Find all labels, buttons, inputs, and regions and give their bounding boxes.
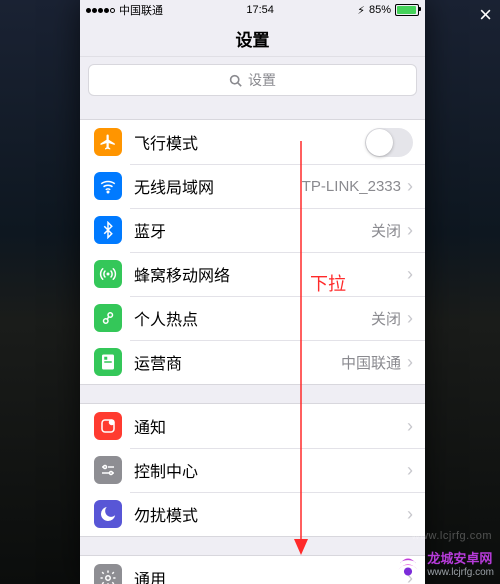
- notifications-icon: [94, 412, 122, 440]
- cell-label: 飞行模式: [134, 130, 365, 154]
- footer-brand: 龙城安卓网: [427, 552, 494, 566]
- charging-icon: ⚡︎: [357, 4, 365, 17]
- hotspot-icon: [94, 304, 122, 332]
- footer-watermark: 龙城安卓网 www.lcjrfg.com: [395, 552, 494, 578]
- carrier-icon: [94, 348, 122, 376]
- cell-hotspot[interactable]: 个人热点关闭 ›: [80, 296, 425, 340]
- dnd-icon: [94, 500, 122, 528]
- cell-label: 控制中心: [134, 458, 407, 482]
- watermark-url: www.lcjrfg.com: [412, 530, 492, 542]
- footer-logo-icon: [395, 552, 421, 578]
- cell-general[interactable]: 通用›: [80, 556, 425, 584]
- cell-label: 勿扰模式: [134, 502, 407, 526]
- controlcenter-icon: [94, 456, 122, 484]
- cell-value: 中国联通: [341, 352, 401, 373]
- chevron-right-icon: ›: [407, 505, 413, 523]
- signal-icon: [86, 8, 115, 13]
- status-battery-pct: 85%: [369, 4, 391, 16]
- chevron-right-icon: ›: [407, 417, 413, 435]
- search-wrap: 设置: [80, 57, 425, 105]
- cell-airplane[interactable]: 飞行模式: [80, 120, 425, 164]
- settings-group: 通知›控制中心›勿扰模式›: [80, 403, 425, 537]
- cell-label: 通知: [134, 414, 407, 438]
- search-input[interactable]: 设置: [88, 64, 417, 96]
- bluetooth-icon: [94, 216, 122, 244]
- cell-value: 关闭: [371, 220, 401, 241]
- status-time: 17:54: [246, 4, 274, 16]
- cell-value: 关闭: [371, 308, 401, 329]
- airplane-switch[interactable]: [365, 128, 413, 157]
- cell-label: 通用: [134, 566, 407, 584]
- status-carrier: 中国联通: [119, 2, 163, 18]
- cell-dnd[interactable]: 勿扰模式›: [80, 492, 425, 536]
- chevron-right-icon: ›: [407, 309, 413, 327]
- cell-label: 蓝牙: [134, 218, 371, 242]
- cell-carrier[interactable]: 运营商中国联通 ›: [80, 340, 425, 384]
- chevron-right-icon: ›: [407, 177, 413, 195]
- navbar: 设置: [80, 20, 425, 57]
- status-bar: 中国联通 17:54 ⚡︎ 85%: [80, 0, 425, 20]
- cellular-icon: [94, 260, 122, 288]
- annotation-text: 下拉: [310, 270, 346, 296]
- cell-cellular[interactable]: 蜂窝移动网络›: [80, 252, 425, 296]
- search-placeholder: 设置: [248, 70, 276, 90]
- cell-notifications[interactable]: 通知›: [80, 404, 425, 448]
- cell-value: TP-LINK_2333: [302, 178, 401, 195]
- cell-label: 无线局域网: [134, 174, 302, 198]
- settings-group: 飞行模式无线局域网TP-LINK_2333›蓝牙关闭›蜂窝移动网络›个人热点关闭…: [80, 119, 425, 385]
- chevron-right-icon: ›: [407, 461, 413, 479]
- footer-url: www.lcjrfg.com: [427, 567, 494, 578]
- phone-frame: 中国联通 17:54 ⚡︎ 85% 设置 设置 飞行模式无线局域网TP-LINK…: [80, 0, 425, 584]
- general-icon: [94, 564, 122, 584]
- cell-bluetooth[interactable]: 蓝牙关闭 ›: [80, 208, 425, 252]
- cell-wifi[interactable]: 无线局域网TP-LINK_2333 ›: [80, 164, 425, 208]
- settings-group: 通用›: [80, 555, 425, 584]
- battery-icon: [395, 4, 419, 16]
- chevron-right-icon: ›: [407, 221, 413, 239]
- cell-label: 个人热点: [134, 306, 371, 330]
- page-title: 设置: [236, 26, 270, 51]
- background: × 中国联通 17:54 ⚡︎ 85% 设置 设置: [0, 0, 500, 584]
- close-icon[interactable]: ×: [479, 4, 492, 26]
- cell-label: 运营商: [134, 350, 341, 374]
- cell-controlcenter[interactable]: 控制中心›: [80, 448, 425, 492]
- chevron-right-icon: ›: [407, 265, 413, 283]
- airplane-icon: [94, 128, 122, 156]
- wifi-icon: [94, 172, 122, 200]
- chevron-right-icon: ›: [407, 353, 413, 371]
- search-icon: [229, 74, 242, 87]
- cell-label: 蜂窝移动网络: [134, 262, 407, 286]
